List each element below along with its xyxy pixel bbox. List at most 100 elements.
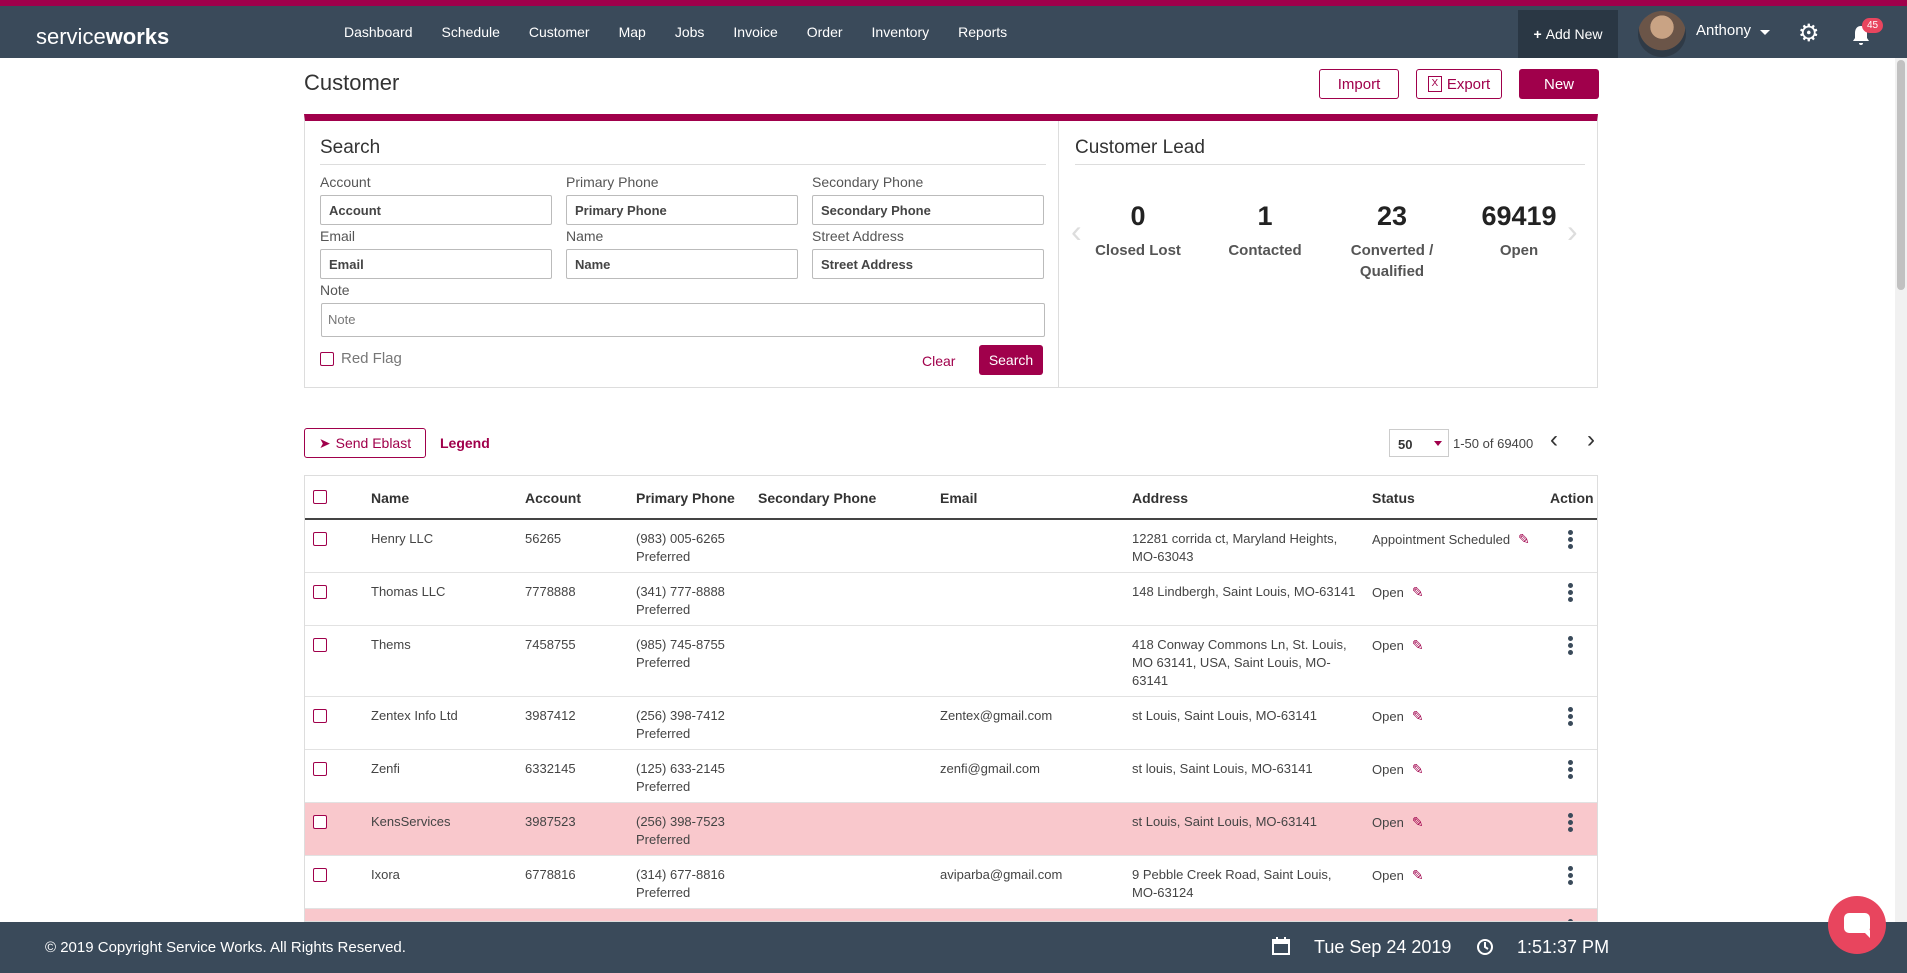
column-header-email[interactable]: Email: [940, 490, 977, 506]
pencil-icon[interactable]: ✎: [1412, 708, 1424, 724]
prev-page-icon[interactable]: ‹: [1550, 426, 1558, 454]
table-row[interactable]: KensServices 3987523 (256) 398-7523 Preferr…: [305, 803, 1597, 856]
customer-name[interactable]: Henry LLC: [371, 530, 433, 548]
row-checkbox[interactable]: [313, 815, 327, 829]
nav-item-map[interactable]: Map: [619, 24, 646, 40]
more-vertical-icon[interactable]: [1568, 636, 1573, 657]
table-row[interactable]: Thems 7458755 (985) 745-8755 Preferred 418 C…: [305, 626, 1597, 697]
lead-stat-contacted[interactable]: 1 Contacted: [1205, 201, 1325, 261]
page-size-select[interactable]: 50: [1389, 429, 1449, 457]
account-number: 6332145: [525, 761, 576, 776]
column-header-address[interactable]: Address: [1132, 490, 1188, 506]
calendar-icon: [1272, 937, 1290, 958]
pencil-icon[interactable]: ✎: [1412, 761, 1424, 777]
nav-item-order[interactable]: Order: [807, 24, 843, 40]
secondary-phone-input[interactable]: Secondary Phone: [812, 195, 1044, 225]
legend-link[interactable]: Legend: [440, 435, 490, 451]
account-number: 3987412: [525, 708, 576, 723]
customer-name[interactable]: Thems: [371, 636, 411, 654]
email: Zentex@gmail.com: [940, 708, 1053, 723]
primary-phone: (983) 005-6265 Preferred: [636, 531, 725, 564]
more-vertical-icon[interactable]: [1568, 583, 1573, 604]
more-vertical-icon[interactable]: [1568, 813, 1573, 834]
clear-button[interactable]: Clear: [922, 353, 955, 369]
table-row[interactable]: Ixora 6778816 (314) 677-8816 Preferred avipa…: [305, 856, 1597, 909]
street-address-input[interactable]: Street Address: [812, 249, 1044, 279]
chat-icon: [1844, 913, 1870, 938]
status: Open✎: [1372, 867, 1424, 883]
primary-phone-input[interactable]: Primary Phone: [566, 195, 798, 225]
table-row[interactable]: Thomas LLC 7778888 (341) 777-8888 Preferred…: [305, 573, 1597, 626]
add-new-button[interactable]: + Add New: [1518, 10, 1618, 58]
nav-item-inventory[interactable]: Inventory: [872, 24, 930, 40]
column-header-account[interactable]: Account: [525, 490, 581, 506]
search-lead-panel: Search Account Account Primary Phone Pri…: [304, 114, 1598, 388]
lead-stat-converted[interactable]: 23 Converted / Qualified: [1332, 201, 1452, 282]
row-checkbox[interactable]: [313, 638, 327, 652]
customer-name[interactable]: Ixora: [371, 866, 400, 884]
select-all-checkbox[interactable]: [313, 490, 327, 504]
chevron-down-icon[interactable]: [1760, 30, 1770, 35]
row-checkbox[interactable]: [313, 762, 327, 776]
column-header-name[interactable]: Name: [371, 490, 409, 506]
account-number: 7778888: [525, 584, 576, 599]
pencil-icon[interactable]: ✎: [1412, 867, 1424, 883]
customer-name[interactable]: Thomas LLC: [371, 583, 445, 601]
email-input[interactable]: Email: [320, 249, 552, 279]
red-flag-label: Red Flag: [341, 350, 402, 367]
customer-name[interactable]: KensServices: [371, 813, 450, 831]
more-vertical-icon[interactable]: [1568, 760, 1573, 781]
export-button[interactable]: X Export: [1416, 69, 1502, 99]
avatar[interactable]: [1638, 11, 1686, 57]
more-vertical-icon[interactable]: [1568, 530, 1573, 551]
secondary-phone-label: Secondary Phone: [812, 174, 924, 190]
user-name[interactable]: Anthony: [1696, 22, 1751, 39]
page-title: Customer: [304, 70, 400, 95]
customer-name[interactable]: Zenfi: [371, 760, 400, 778]
table-row[interactable]: Henry LLC 56265 (983) 005-6265 Preferred 122…: [305, 520, 1597, 573]
import-button[interactable]: Import: [1319, 69, 1399, 99]
nav-item-invoice[interactable]: Invoice: [733, 24, 777, 40]
address: st louis, Saint Louis, MO-63141: [1132, 761, 1313, 776]
row-checkbox[interactable]: [313, 868, 327, 882]
pencil-icon[interactable]: ✎: [1412, 637, 1424, 653]
name-input[interactable]: Name: [566, 249, 798, 279]
search-button[interactable]: Search: [979, 345, 1043, 375]
red-flag-checkbox[interactable]: [320, 352, 334, 366]
column-header-status[interactable]: Status: [1372, 490, 1415, 506]
pencil-icon[interactable]: ✎: [1412, 814, 1424, 830]
column-header-secondary-phone[interactable]: Secondary Phone: [758, 490, 876, 506]
nav-item-reports[interactable]: Reports: [958, 24, 1007, 40]
nav-item-dashboard[interactable]: Dashboard: [344, 24, 413, 40]
row-checkbox[interactable]: [313, 585, 327, 599]
app-logo[interactable]: serviceworks: [36, 24, 169, 50]
nav-item-jobs[interactable]: Jobs: [675, 24, 705, 40]
gear-icon[interactable]: ⚙: [1798, 22, 1820, 46]
lead-stat-closed-lost[interactable]: 0 Closed Lost: [1078, 201, 1198, 261]
next-page-icon[interactable]: ›: [1587, 426, 1595, 454]
chat-button[interactable]: [1828, 896, 1886, 954]
nav-item-customer[interactable]: Customer: [529, 24, 590, 40]
row-checkbox[interactable]: [313, 532, 327, 546]
row-checkbox[interactable]: [313, 709, 327, 723]
column-header-primary-phone[interactable]: Primary Phone: [636, 490, 735, 506]
table-row[interactable]: Rockin5326935(365) 326-9876hee@gmail.com…: [305, 909, 1597, 921]
lead-stat-open[interactable]: 69419 Open: [1459, 201, 1579, 261]
more-vertical-icon[interactable]: [1568, 707, 1573, 728]
more-vertical-icon[interactable]: [1568, 866, 1573, 887]
status: Open✎: [1372, 584, 1424, 600]
scrollbar-thumb[interactable]: [1897, 60, 1905, 290]
nav-item-schedule[interactable]: Schedule: [442, 24, 500, 40]
note-textarea[interactable]: Note: [321, 303, 1045, 337]
customer-name[interactable]: Zentex Info Ltd: [371, 707, 458, 725]
customer-lead-title: Customer Lead: [1075, 137, 1205, 158]
pencil-icon[interactable]: ✎: [1518, 531, 1530, 547]
status: Open✎: [1372, 637, 1424, 653]
pencil-icon[interactable]: ✎: [1412, 584, 1424, 600]
table-row[interactable]: Zentex Info Ltd 3987412 (256) 398-7412 Pref…: [305, 697, 1597, 750]
primary-phone: (985) 745-8755 Preferred: [636, 637, 725, 670]
account-input[interactable]: Account: [320, 195, 552, 225]
table-row[interactable]: Zenfi 6332145 (125) 633-2145 Preferred zenfi…: [305, 750, 1597, 803]
new-button[interactable]: New: [1519, 69, 1599, 99]
send-eblast-button[interactable]: ➤ Send Eblast: [304, 428, 426, 458]
